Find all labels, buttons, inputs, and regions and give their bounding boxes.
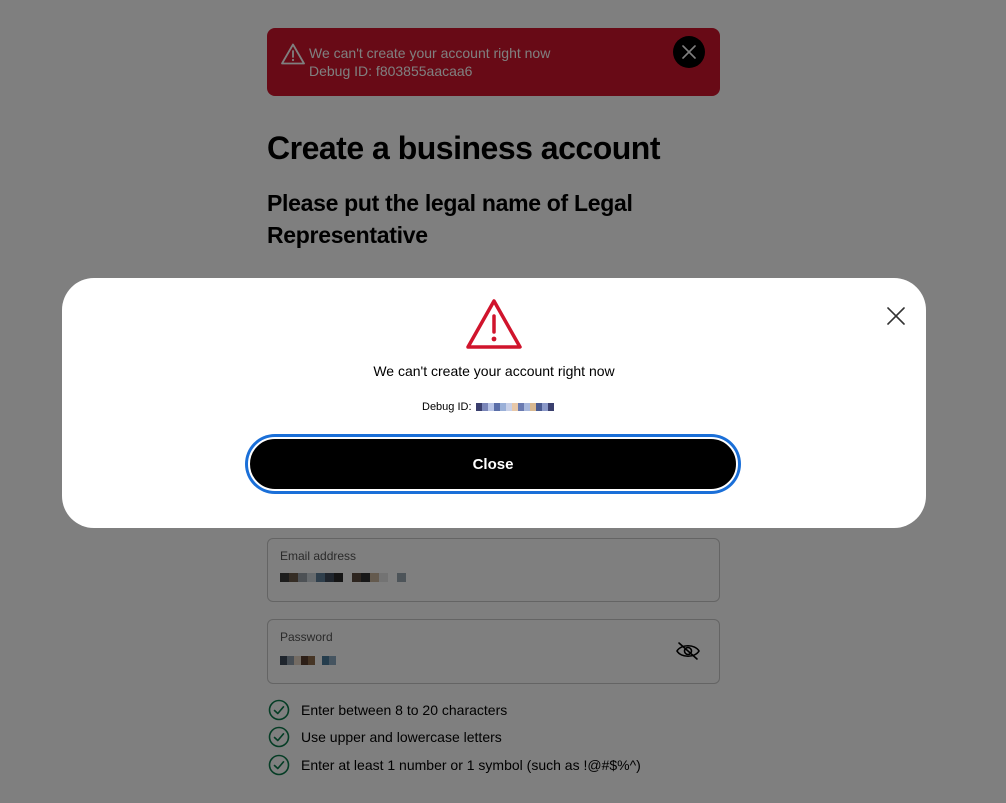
dialog-debug-id: Debug ID: [422, 401, 554, 413]
debug-id-label: Debug ID: [422, 401, 472, 413]
warning-triangle-icon [466, 299, 522, 349]
debug-id-value-redacted [475, 403, 554, 411]
error-dialog: We can't create your account right now D… [62, 278, 926, 528]
close-button[interactable]: Close [248, 437, 738, 491]
dialog-message: We can't create your account right now [373, 363, 615, 379]
close-icon[interactable] [884, 304, 908, 328]
